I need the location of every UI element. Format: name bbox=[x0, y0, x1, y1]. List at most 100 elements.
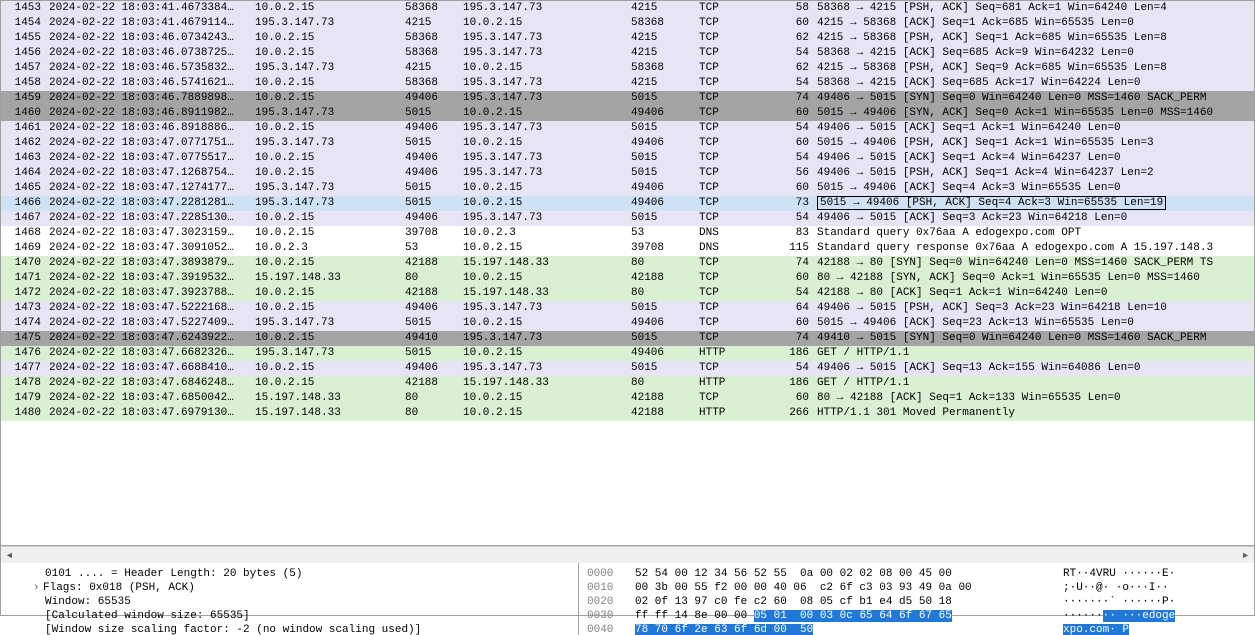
detail-calc-window[interactable]: [Calculated window size: 65535] bbox=[9, 609, 570, 623]
hex-row[interactable]: 002002 0f 13 97 c0 fe c2 60 08 05 cf b1 … bbox=[587, 595, 1246, 609]
col-dst: 195.3.147.73 bbox=[463, 166, 631, 181]
detail-window[interactable]: Window: 65535 bbox=[9, 595, 570, 609]
packet-row[interactable]: 14582024-02-22 18:03:46.5741621…10.0.2.1… bbox=[1, 76, 1254, 91]
packet-row[interactable]: 14622024-02-22 18:03:47.0771751…195.3.14… bbox=[1, 136, 1254, 151]
packet-row[interactable]: 14802024-02-22 18:03:47.6979130…15.197.1… bbox=[1, 406, 1254, 421]
col-dst: 195.3.147.73 bbox=[463, 151, 631, 166]
col-src: 195.3.147.73 bbox=[255, 136, 405, 151]
hex-bytes: 78 70 6f 2e 63 6f 6d 00 50 bbox=[635, 623, 1063, 635]
col-len: 54 bbox=[783, 151, 817, 166]
col-dst: 15.197.148.33 bbox=[463, 376, 631, 391]
col-time: 2024-02-22 18:03:47.3893879… bbox=[49, 256, 255, 271]
packet-row[interactable]: 14602024-02-22 18:03:46.8911982…195.3.14… bbox=[1, 106, 1254, 121]
packet-row[interactable]: 14772024-02-22 18:03:47.6688410…10.0.2.1… bbox=[1, 361, 1254, 376]
expander-icon[interactable]: › bbox=[33, 581, 43, 595]
packet-row[interactable]: 14692024-02-22 18:03:47.3091052…10.0.2.3… bbox=[1, 241, 1254, 256]
col-info: 5015 → 49406 [PSH, ACK] Seq=1 Ack=1 Win=… bbox=[817, 136, 1254, 151]
hex-ascii: xpo.com· P bbox=[1063, 623, 1129, 635]
packet-row[interactable]: 14652024-02-22 18:03:47.1274177…195.3.14… bbox=[1, 181, 1254, 196]
col-len: 186 bbox=[783, 376, 817, 391]
col-info: 49406 → 5015 [SYN] Seq=0 Win=64240 Len=0… bbox=[817, 91, 1254, 106]
packet-row[interactable]: 14752024-02-22 18:03:47.6243922…10.0.2.1… bbox=[1, 331, 1254, 346]
col-dport: 4215 bbox=[631, 76, 699, 91]
col-dst: 10.0.2.15 bbox=[463, 136, 631, 151]
col-len: 60 bbox=[783, 181, 817, 196]
packet-row[interactable]: 14632024-02-22 18:03:47.0775517…10.0.2.1… bbox=[1, 151, 1254, 166]
packet-row[interactable]: 14642024-02-22 18:03:47.1268754…10.0.2.1… bbox=[1, 166, 1254, 181]
col-len: 54 bbox=[783, 76, 817, 91]
hex-row[interactable]: 0030ff ff 14 8e 00 00 05 01 00 03 0c 65 … bbox=[587, 609, 1246, 623]
hex-row[interactable]: 001000 3b 00 55 f2 00 00 40 06 c2 6f c3 … bbox=[587, 581, 1246, 595]
col-len: 60 bbox=[783, 316, 817, 331]
col-proto: HTTP bbox=[699, 376, 783, 391]
col-time: 2024-02-22 18:03:47.0771751… bbox=[49, 136, 255, 151]
col-dport: 80 bbox=[631, 256, 699, 271]
packet-row[interactable]: 14732024-02-22 18:03:47.5222168…10.0.2.1… bbox=[1, 301, 1254, 316]
hex-dump-pane[interactable]: 000052 54 00 12 34 56 52 55 0a 00 02 02 … bbox=[579, 563, 1254, 635]
scroll-right-icon[interactable]: ► bbox=[1237, 547, 1254, 564]
hex-ascii: ········ ···edoge bbox=[1063, 609, 1175, 623]
detail-header-length[interactable]: 0101 .... = Header Length: 20 bytes (5) bbox=[9, 567, 570, 581]
col-sport: 80 bbox=[405, 391, 463, 406]
col-dst: 10.0.2.15 bbox=[463, 406, 631, 421]
col-dst: 10.0.2.15 bbox=[463, 271, 631, 286]
col-len: 56 bbox=[783, 166, 817, 181]
packet-row[interactable]: 14742024-02-22 18:03:47.5227409…195.3.14… bbox=[1, 316, 1254, 331]
col-dport: 5015 bbox=[631, 166, 699, 181]
col-dport: 49406 bbox=[631, 346, 699, 361]
packet-row[interactable]: 14792024-02-22 18:03:47.6850042…15.197.1… bbox=[1, 391, 1254, 406]
col-sport: 42188 bbox=[405, 286, 463, 301]
col-sport: 5015 bbox=[405, 181, 463, 196]
col-proto: TCP bbox=[699, 151, 783, 166]
col-time: 2024-02-22 18:03:41.4679114… bbox=[49, 16, 255, 31]
col-no: 1472 bbox=[3, 286, 49, 301]
col-no: 1467 bbox=[3, 211, 49, 226]
col-no: 1478 bbox=[3, 376, 49, 391]
col-proto: TCP bbox=[699, 61, 783, 76]
col-src: 10.0.2.15 bbox=[255, 301, 405, 316]
hex-row[interactable]: 004078 70 6f 2e 63 6f 6d 00 50xpo.com· P bbox=[587, 623, 1246, 635]
col-sport: 5015 bbox=[405, 106, 463, 121]
hex-row[interactable]: 000052 54 00 12 34 56 52 55 0a 00 02 02 … bbox=[587, 567, 1246, 581]
col-sport: 5015 bbox=[405, 136, 463, 151]
col-no: 1468 bbox=[3, 226, 49, 241]
hex-bytes: 02 0f 13 97 c0 fe c2 60 08 05 cf b1 e4 d… bbox=[635, 595, 1063, 609]
packet-list[interactable]: 14532024-02-22 18:03:41.4673384…10.0.2.1… bbox=[1, 1, 1254, 546]
col-len: 60 bbox=[783, 136, 817, 151]
packet-row[interactable]: 14762024-02-22 18:03:47.6682326…195.3.14… bbox=[1, 346, 1254, 361]
detail-flags[interactable]: ›Flags: 0x018 (PSH, ACK) bbox=[9, 581, 570, 595]
col-no: 1459 bbox=[3, 91, 49, 106]
col-no: 1462 bbox=[3, 136, 49, 151]
detail-scaling[interactable]: [Window size scaling factor: -2 (no wind… bbox=[9, 623, 570, 635]
col-sport: 5015 bbox=[405, 316, 463, 331]
col-no: 1458 bbox=[3, 76, 49, 91]
col-info: Standard query 0x76aa A edogexpo.com OPT bbox=[817, 226, 1254, 241]
col-dst: 195.3.147.73 bbox=[463, 76, 631, 91]
packet-details-pane[interactable]: 0101 .... = Header Length: 20 bytes (5) … bbox=[1, 563, 579, 635]
scroll-left-icon[interactable]: ◄ bbox=[1, 547, 18, 564]
col-dst: 195.3.147.73 bbox=[463, 121, 631, 136]
col-dport: 4215 bbox=[631, 46, 699, 61]
hex-offset: 0000 bbox=[587, 567, 635, 581]
packet-row[interactable]: 14712024-02-22 18:03:47.3919532…15.197.1… bbox=[1, 271, 1254, 286]
packet-row[interactable]: 14562024-02-22 18:03:46.0738725…10.0.2.1… bbox=[1, 46, 1254, 61]
packet-row[interactable]: 14782024-02-22 18:03:47.6846248…10.0.2.1… bbox=[1, 376, 1254, 391]
packet-row[interactable]: 14682024-02-22 18:03:47.3023159…10.0.2.1… bbox=[1, 226, 1254, 241]
packet-row[interactable]: 14722024-02-22 18:03:47.3923788…10.0.2.1… bbox=[1, 286, 1254, 301]
col-info: GET / HTTP/1.1 bbox=[817, 346, 1254, 361]
col-time: 2024-02-22 18:03:47.5222168… bbox=[49, 301, 255, 316]
packet-row[interactable]: 14702024-02-22 18:03:47.3893879…10.0.2.1… bbox=[1, 256, 1254, 271]
col-src: 10.0.2.15 bbox=[255, 76, 405, 91]
col-no: 1476 bbox=[3, 346, 49, 361]
packet-row[interactable]: 14552024-02-22 18:03:46.0734243…10.0.2.1… bbox=[1, 31, 1254, 46]
packet-row[interactable]: 14542024-02-22 18:03:41.4679114…195.3.14… bbox=[1, 16, 1254, 31]
packet-row[interactable]: 14592024-02-22 18:03:46.7889898…10.0.2.1… bbox=[1, 91, 1254, 106]
horizontal-scrollbar[interactable]: ◄ ► bbox=[1, 546, 1254, 563]
col-src: 10.0.2.15 bbox=[255, 256, 405, 271]
packet-row[interactable]: 14572024-02-22 18:03:46.5735832…195.3.14… bbox=[1, 61, 1254, 76]
packet-row[interactable]: 14612024-02-22 18:03:46.8918886…10.0.2.1… bbox=[1, 121, 1254, 136]
packet-row[interactable]: 14662024-02-22 18:03:47.2281281…195.3.14… bbox=[1, 196, 1254, 211]
packet-row[interactable]: 14672024-02-22 18:03:47.2285130…10.0.2.1… bbox=[1, 211, 1254, 226]
col-sport: 49410 bbox=[405, 331, 463, 346]
packet-row[interactable]: 14532024-02-22 18:03:41.4673384…10.0.2.1… bbox=[1, 1, 1254, 16]
